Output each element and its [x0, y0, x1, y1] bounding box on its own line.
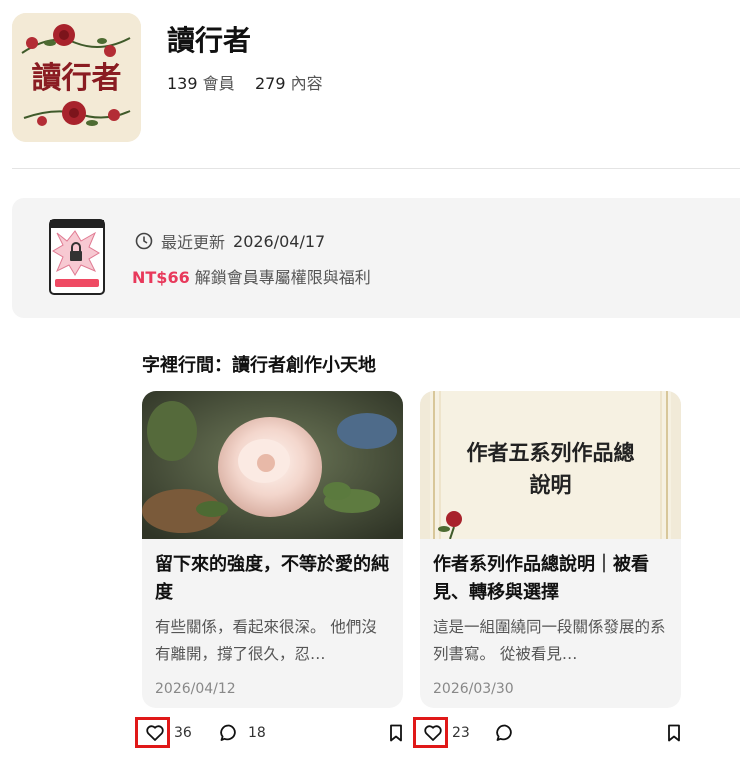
comment-icon[interactable] [219, 723, 239, 743]
content-count: 279 [255, 74, 286, 93]
bookmark-icon[interactable] [386, 723, 406, 743]
publication-stats: 139 會員 279 內容 [167, 70, 323, 94]
last-updated: 最近更新 2026/04/17 [135, 229, 325, 253]
divider [12, 168, 740, 169]
bookmark-icon[interactable] [664, 723, 684, 743]
article-date: 2026/04/12 [155, 681, 236, 697]
heart-icon[interactable] [145, 723, 165, 743]
section-title: 字裡行間：讀行者創作小天地 [142, 355, 376, 376]
price: NT$66 [132, 268, 190, 287]
cover-text: 作者五系列作品總說明 [466, 441, 635, 497]
unlock-text: 解鎖會員專屬權限與福利 [194, 268, 371, 287]
member-label: 會員 [202, 74, 235, 93]
publication-logo[interactable]: 讀行者 [12, 13, 141, 142]
member-count: 139 [167, 74, 198, 93]
update-label: 最近更新 [161, 233, 226, 252]
comment-icon[interactable] [495, 723, 515, 743]
article-actions: 23 [413, 713, 688, 751]
article-title[interactable]: 留下來的強度，不等於愛的純度 [155, 551, 391, 607]
article-title[interactable]: 作者系列作品總說明｜被看見、轉移與選擇 [433, 551, 669, 607]
article-date: 2026/03/30 [433, 681, 514, 697]
article-card[interactable]: 留下來的強度，不等於愛的純度 有些關係，看起來很深。 他們沒有離開，撐了很久，忍… [142, 391, 403, 708]
clock-icon [135, 232, 153, 250]
content-label: 內容 [290, 74, 323, 93]
like-count: 23 [452, 725, 470, 741]
update-date: 2026/04/17 [233, 231, 326, 251]
article-card[interactable]: 作者五系列作品總說明 作者系列作品總說明｜被看見、轉移與選擇 這是一組圍繞同一段… [420, 391, 681, 708]
article-actions: 36 18 [135, 713, 410, 751]
logo-text: 讀行者 [31, 61, 122, 96]
membership-promo-card[interactable]: 最近更新 2026/04/17 NT$66 解鎖會員專屬權限與福利 [12, 198, 740, 318]
like-count: 36 [174, 725, 192, 741]
heart-icon[interactable] [423, 723, 443, 743]
unlock-offer[interactable]: NT$66 解鎖會員專屬權限與福利 [132, 264, 371, 288]
article-excerpt: 這是一組圍繞同一段關係發展的系列書寫。 從被看見… [433, 618, 666, 663]
article-image-cover: 作者五系列作品總說明 [420, 391, 681, 540]
comment-count: 18 [248, 725, 266, 741]
article-image-rose [142, 391, 403, 539]
article-excerpt: 有些關係，看起來很深。 他們沒有離開，撐了很久，忍… [155, 618, 377, 663]
publication-title[interactable]: 讀行者 [167, 19, 251, 59]
locked-content-illustration [49, 219, 105, 295]
